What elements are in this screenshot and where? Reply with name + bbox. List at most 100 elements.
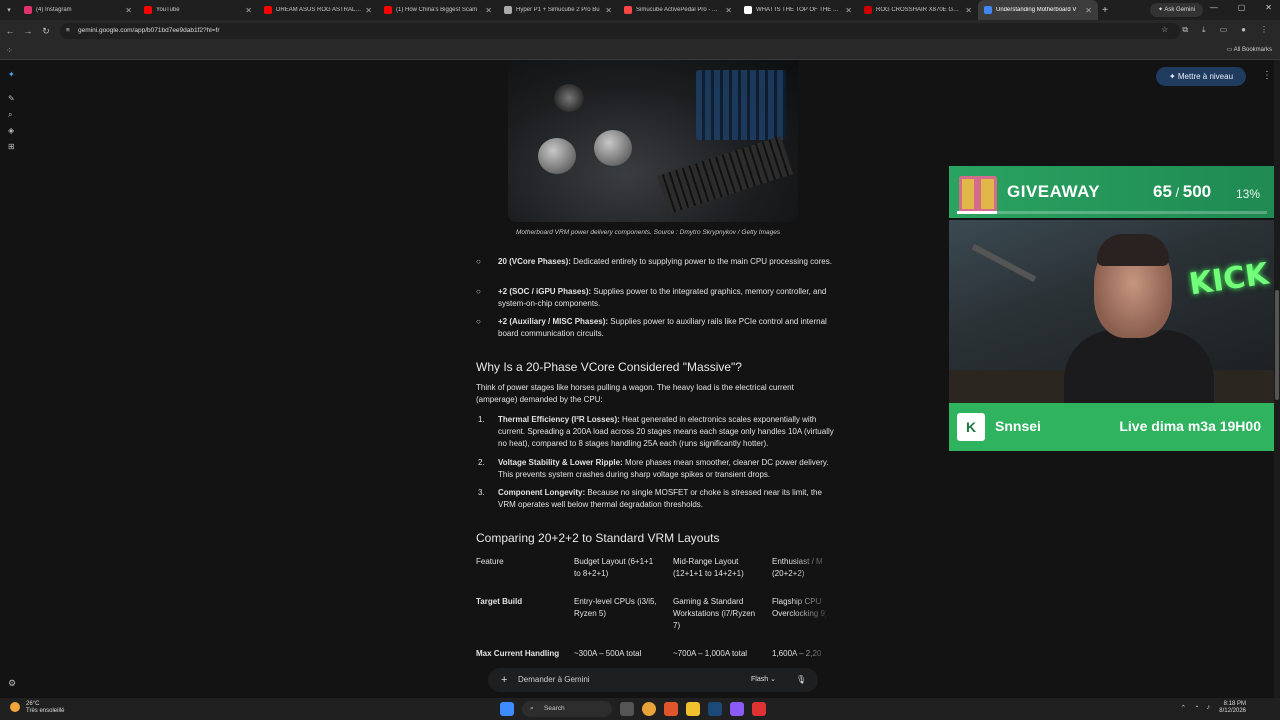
upgrade-button[interactable]: ✦ Mettre à niveau — [1156, 67, 1246, 86]
item-term: Component Longevity: — [498, 488, 586, 497]
table-cell: ~300A – 500A total — [574, 649, 642, 658]
count-value: 65 — [1153, 182, 1172, 201]
giveaway-progress-bar — [957, 211, 1267, 214]
tab-title: Understanding Motherboard V — [996, 7, 1077, 13]
giveaway-percent: 13% — [1236, 187, 1261, 201]
table-header: Mid-Range Layout (12+1+1 to 14+2+1) — [673, 557, 744, 578]
browser-tab[interactable]: Simucube ActivePedal Pro - Adv ✕ — [618, 0, 738, 20]
giveaway-overlay: GIVEAWAY 65 / 500 13% — [949, 166, 1275, 218]
chevron-up-icon[interactable]: ⌃ — [1180, 704, 1186, 712]
table-scroll-fade — [790, 556, 836, 660]
webcam-feed: KICK — [949, 220, 1275, 403]
numbered-item: 2. Voltage Stability & Lower Ripple: More… — [476, 457, 836, 481]
forward-icon[interactable]: → — [20, 26, 36, 36]
new-chat-icon[interactable]: ✎ — [8, 94, 15, 103]
tab-title: ROG CROSSHAIR X870E GLACI — [876, 7, 962, 13]
task-view-icon[interactable] — [620, 702, 634, 716]
gemini-logo-icon[interactable]: ✦ — [8, 70, 15, 79]
file-explorer-icon[interactable] — [686, 702, 700, 716]
close-icon[interactable]: ✕ — [1265, 3, 1272, 12]
chevron-down-icon: ⌄ — [770, 676, 776, 683]
browser-tab[interactable]: WHAT IS THE TOP OF THE LINE ✕ — [738, 0, 858, 20]
library-icon[interactable]: ⊞ — [8, 142, 15, 151]
table-row-label: Max Current Handling — [476, 649, 560, 658]
address-bar[interactable]: ≡ gemini.google.com/app/b071bd7ee9dab1f2… — [60, 23, 1180, 39]
tab-close-icon[interactable]: ✕ — [485, 6, 492, 15]
count-total: 500 — [1182, 182, 1212, 201]
gift-icon — [959, 176, 997, 212]
browser-tab[interactable]: (4) Instagram ✕ — [18, 0, 138, 20]
tab-close-icon[interactable]: ✕ — [245, 6, 252, 15]
network-icon[interactable]: ◔ — [1194, 704, 1198, 712]
profile-icon[interactable]: ● — [1241, 25, 1246, 35]
gemini-sidebar: ✦ ✎ ⌕ ◈ ⊞ — [0, 60, 26, 700]
gems-icon[interactable]: ◈ — [8, 126, 14, 135]
item-number: 2. — [478, 458, 485, 467]
list-item: ○ +2 (SOC / iGPU Phases): Supplies power … — [476, 287, 827, 308]
back-icon[interactable]: ← — [2, 26, 18, 36]
volume-icon[interactable]: ♪ — [1207, 704, 1211, 712]
window-controls: — ▢ ✕ — [1210, 3, 1272, 12]
browser-tab[interactable]: YouTube ✕ — [138, 0, 258, 20]
tab-close-icon[interactable]: ✕ — [125, 6, 132, 15]
tab-close-icon[interactable]: ✕ — [965, 6, 972, 15]
all-bookmarks[interactable]: ▭ All Bookmarks — [1227, 46, 1272, 53]
chrome-icon[interactable] — [642, 702, 656, 716]
steam-icon[interactable] — [708, 702, 722, 716]
search-label: Search — [544, 705, 565, 712]
tab-close-icon[interactable]: ✕ — [845, 6, 852, 15]
motherboard-image — [508, 60, 798, 222]
search-icon[interactable]: ⌕ — [8, 110, 12, 120]
browser-tab[interactable]: Understanding Motherboard V ✕ — [978, 0, 1098, 20]
bookmarks-bar: ⁘ ▭ All Bookmarks — [0, 42, 1280, 60]
numbered-item: 3. Component Longevity: Because no single… — [476, 487, 836, 511]
tab-favicon-icon — [384, 6, 392, 14]
bullet-term: +2 (Auxiliary / MISC Phases): — [498, 317, 609, 326]
browser-tab[interactable]: ROG CROSSHAIR X870E GLACI ✕ — [858, 0, 978, 20]
download-icon[interactable]: ⤓ — [1202, 25, 1206, 35]
maximize-icon[interactable]: ▢ — [1238, 3, 1246, 12]
extensions-icon[interactable]: ⧉ — [1182, 25, 1188, 35]
tab-close-icon[interactable]: ✕ — [1085, 6, 1092, 15]
neon-sign: KICK — [1187, 256, 1272, 303]
progress-fill — [957, 211, 998, 214]
minimize-icon[interactable]: — — [1210, 3, 1218, 12]
microphone-icon[interactable]: 🎙 — [796, 668, 806, 692]
tab-search-icon[interactable]: ▾ — [0, 6, 18, 14]
table-cell: Entry-level CPUs (i3/i5, Ryzen 5) — [574, 597, 657, 618]
tab-close-icon[interactable]: ✕ — [725, 6, 732, 15]
giveaway-count: 65 / 500 — [1153, 182, 1212, 201]
ask-gemini-button[interactable]: ✦ Ask Gemini — [1150, 3, 1204, 17]
app-icon[interactable] — [752, 702, 766, 716]
add-icon[interactable]: + — [501, 668, 507, 692]
item-number: 1. — [478, 415, 485, 424]
sparkle-icon: ✦ — [1168, 72, 1178, 81]
sidepanel-icon[interactable]: ▭ — [1220, 25, 1228, 35]
browser-tab[interactable]: Hyper P1 + Simucube 2 Pro Bu ✕ — [498, 0, 618, 20]
prompt-input[interactable]: + Demander à Gemini Flash ⌄ 🎙 — [488, 668, 818, 692]
tab-close-icon[interactable]: ✕ — [605, 6, 612, 15]
new-tab-button[interactable]: + — [1098, 5, 1112, 16]
start-icon[interactable] — [500, 702, 514, 716]
menu-icon[interactable]: ⋮ — [1260, 25, 1268, 35]
weather-widget[interactable]: 26°C Très ensoleillé — [10, 701, 64, 715]
clock[interactable]: 8:18 PM 8/12/2026 — [1219, 701, 1246, 715]
browser-tab[interactable]: (1) How China's Biggest Scam ✕ — [378, 0, 498, 20]
brave-icon[interactable] — [664, 702, 678, 716]
settings-icon[interactable]: ⚙ — [8, 678, 16, 689]
model-selector[interactable]: Flash ⌄ — [751, 668, 776, 692]
apps-icon[interactable]: ⁘ — [6, 46, 13, 55]
table-header: Budget Layout (6+1+1 to 8+2+1) — [574, 557, 654, 578]
taskbar-search[interactable]: ⌕ Search — [522, 701, 612, 717]
kick-banner: K Snnsei Live dima m3a 19H00 — [949, 403, 1275, 451]
tab-close-icon[interactable]: ✕ — [365, 6, 372, 15]
image-connector — [554, 84, 584, 112]
mic-arm — [971, 243, 1037, 283]
reload-icon[interactable]: ↻ — [38, 26, 54, 37]
scrollbar-thumb[interactable] — [1275, 290, 1279, 400]
obs-icon[interactable] — [730, 702, 744, 716]
site-info-icon[interactable]: ≡ — [66, 23, 70, 39]
more-options-icon[interactable]: ⋮ — [1262, 70, 1272, 81]
browser-tab[interactable]: DREAM ASUS ROG ASTRAL RTX ✕ — [258, 0, 378, 20]
star-icon[interactable]: ☆ — [1161, 25, 1168, 35]
